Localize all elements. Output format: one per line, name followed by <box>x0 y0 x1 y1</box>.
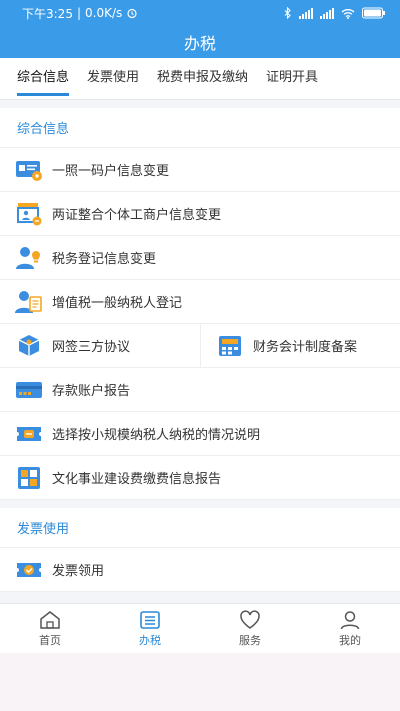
nav-service[interactable]: 服务 <box>200 604 300 653</box>
list-item-individual-business-change[interactable]: 两证整合个体工商户信息变更 <box>0 192 400 236</box>
box-icon <box>15 332 43 360</box>
list-item-label: 发票领用 <box>52 564 105 579</box>
bank-card-icon <box>15 376 43 404</box>
list-item-accounting-filing[interactable]: 财务会计制度备案 <box>200 323 400 368</box>
nav-label: 办税 <box>139 633 161 647</box>
battery-icon <box>362 7 385 19</box>
list-icon <box>140 610 160 629</box>
ticket-icon <box>15 420 43 448</box>
tab-general-info[interactable]: 综合信息 <box>17 58 70 100</box>
heart-icon <box>240 609 260 629</box>
list-item-label: 税务登记信息变更 <box>52 252 157 267</box>
list-item-tax-registration-change[interactable]: 税务登记信息变更 <box>0 236 400 280</box>
section-gap <box>0 500 400 508</box>
list-item-label: 两证整合个体工商户信息变更 <box>52 208 222 223</box>
id-card-icon <box>15 156 43 184</box>
list-item-culture-fee-report[interactable]: 文化事业建设费缴费信息报告 <box>0 456 400 500</box>
building-icon <box>15 464 43 492</box>
clock-time: 下午3:25 <box>22 6 73 21</box>
list-item-label: 一照一码户信息变更 <box>52 164 170 179</box>
list-item-tripartite-agreement[interactable]: 网签三方协议 <box>0 324 200 368</box>
person-lightbulb-icon <box>15 244 43 272</box>
alarm-icon <box>127 8 137 19</box>
person-document-icon <box>15 288 43 316</box>
home-icon <box>40 610 60 629</box>
status-separator: | <box>76 6 81 20</box>
list-item-label: 增值税一般纳税人登记 <box>52 296 183 311</box>
list-item-vat-registration[interactable]: 增值税一般纳税人登记 <box>0 280 400 324</box>
user-icon <box>340 610 360 629</box>
nav-label: 首页 <box>39 633 61 647</box>
status-bar: 下午3:25 | 0.0K/s <box>0 0 400 26</box>
bottom-nav: 首页 办税 服务 我的 <box>0 603 400 653</box>
app-header: 办税 <box>0 26 400 58</box>
section-title-invoice: 发票使用 <box>0 508 400 548</box>
main-content: 综合信息 一照一码户信息变更 两证整合个体工商户信息变更 税务登记信息变更 增值… <box>0 108 400 592</box>
tab-certificate[interactable]: 证明开具 <box>266 58 318 100</box>
list-item-label: 财务会计制度备案 <box>253 340 358 355</box>
list-item-small-taxpayer-statement[interactable]: 选择按小规模纳税人纳税的情况说明 <box>0 412 400 456</box>
list-item-label: 文化事业建设费缴费信息报告 <box>52 472 222 487</box>
list-item-invoice-claim[interactable]: 发票领用 <box>0 548 400 592</box>
section-title-general: 综合信息 <box>0 108 400 148</box>
calculator-icon <box>216 332 244 360</box>
tab-tax-filing[interactable]: 税费申报及缴纳 <box>157 58 248 100</box>
list-item-label: 网签三方协议 <box>52 340 131 355</box>
nav-home[interactable]: 首页 <box>0 604 100 653</box>
list-item-license-change[interactable]: 一照一码户信息变更 <box>0 148 400 192</box>
nav-tax[interactable]: 办税 <box>100 604 200 653</box>
network-speed: 0.0K/s <box>85 6 123 20</box>
storefront-icon <box>15 200 43 228</box>
nav-mine[interactable]: 我的 <box>300 604 400 653</box>
bluetooth-icon <box>284 7 291 19</box>
signal-strength-icon-2 <box>320 7 334 19</box>
signal-strength-icon <box>299 7 313 19</box>
tab-invoice-use[interactable]: 发票使用 <box>87 58 139 100</box>
tab-bar: 综合信息 发票使用 税费申报及缴纳 证明开具 <box>0 58 400 100</box>
nav-label: 我的 <box>339 633 361 647</box>
list-item-deposit-account-report[interactable]: 存款账户报告 <box>0 368 400 412</box>
page-title: 办税 <box>183 34 216 53</box>
wifi-icon <box>341 8 355 19</box>
split-row: 网签三方协议 财务会计制度备案 <box>0 323 400 368</box>
list-item-label: 选择按小规模纳税人纳税的情况说明 <box>52 428 261 443</box>
bottom-area <box>0 653 400 711</box>
invoice-check-icon <box>15 556 43 584</box>
nav-label: 服务 <box>239 633 261 647</box>
list-item-label: 存款账户报告 <box>52 384 131 399</box>
